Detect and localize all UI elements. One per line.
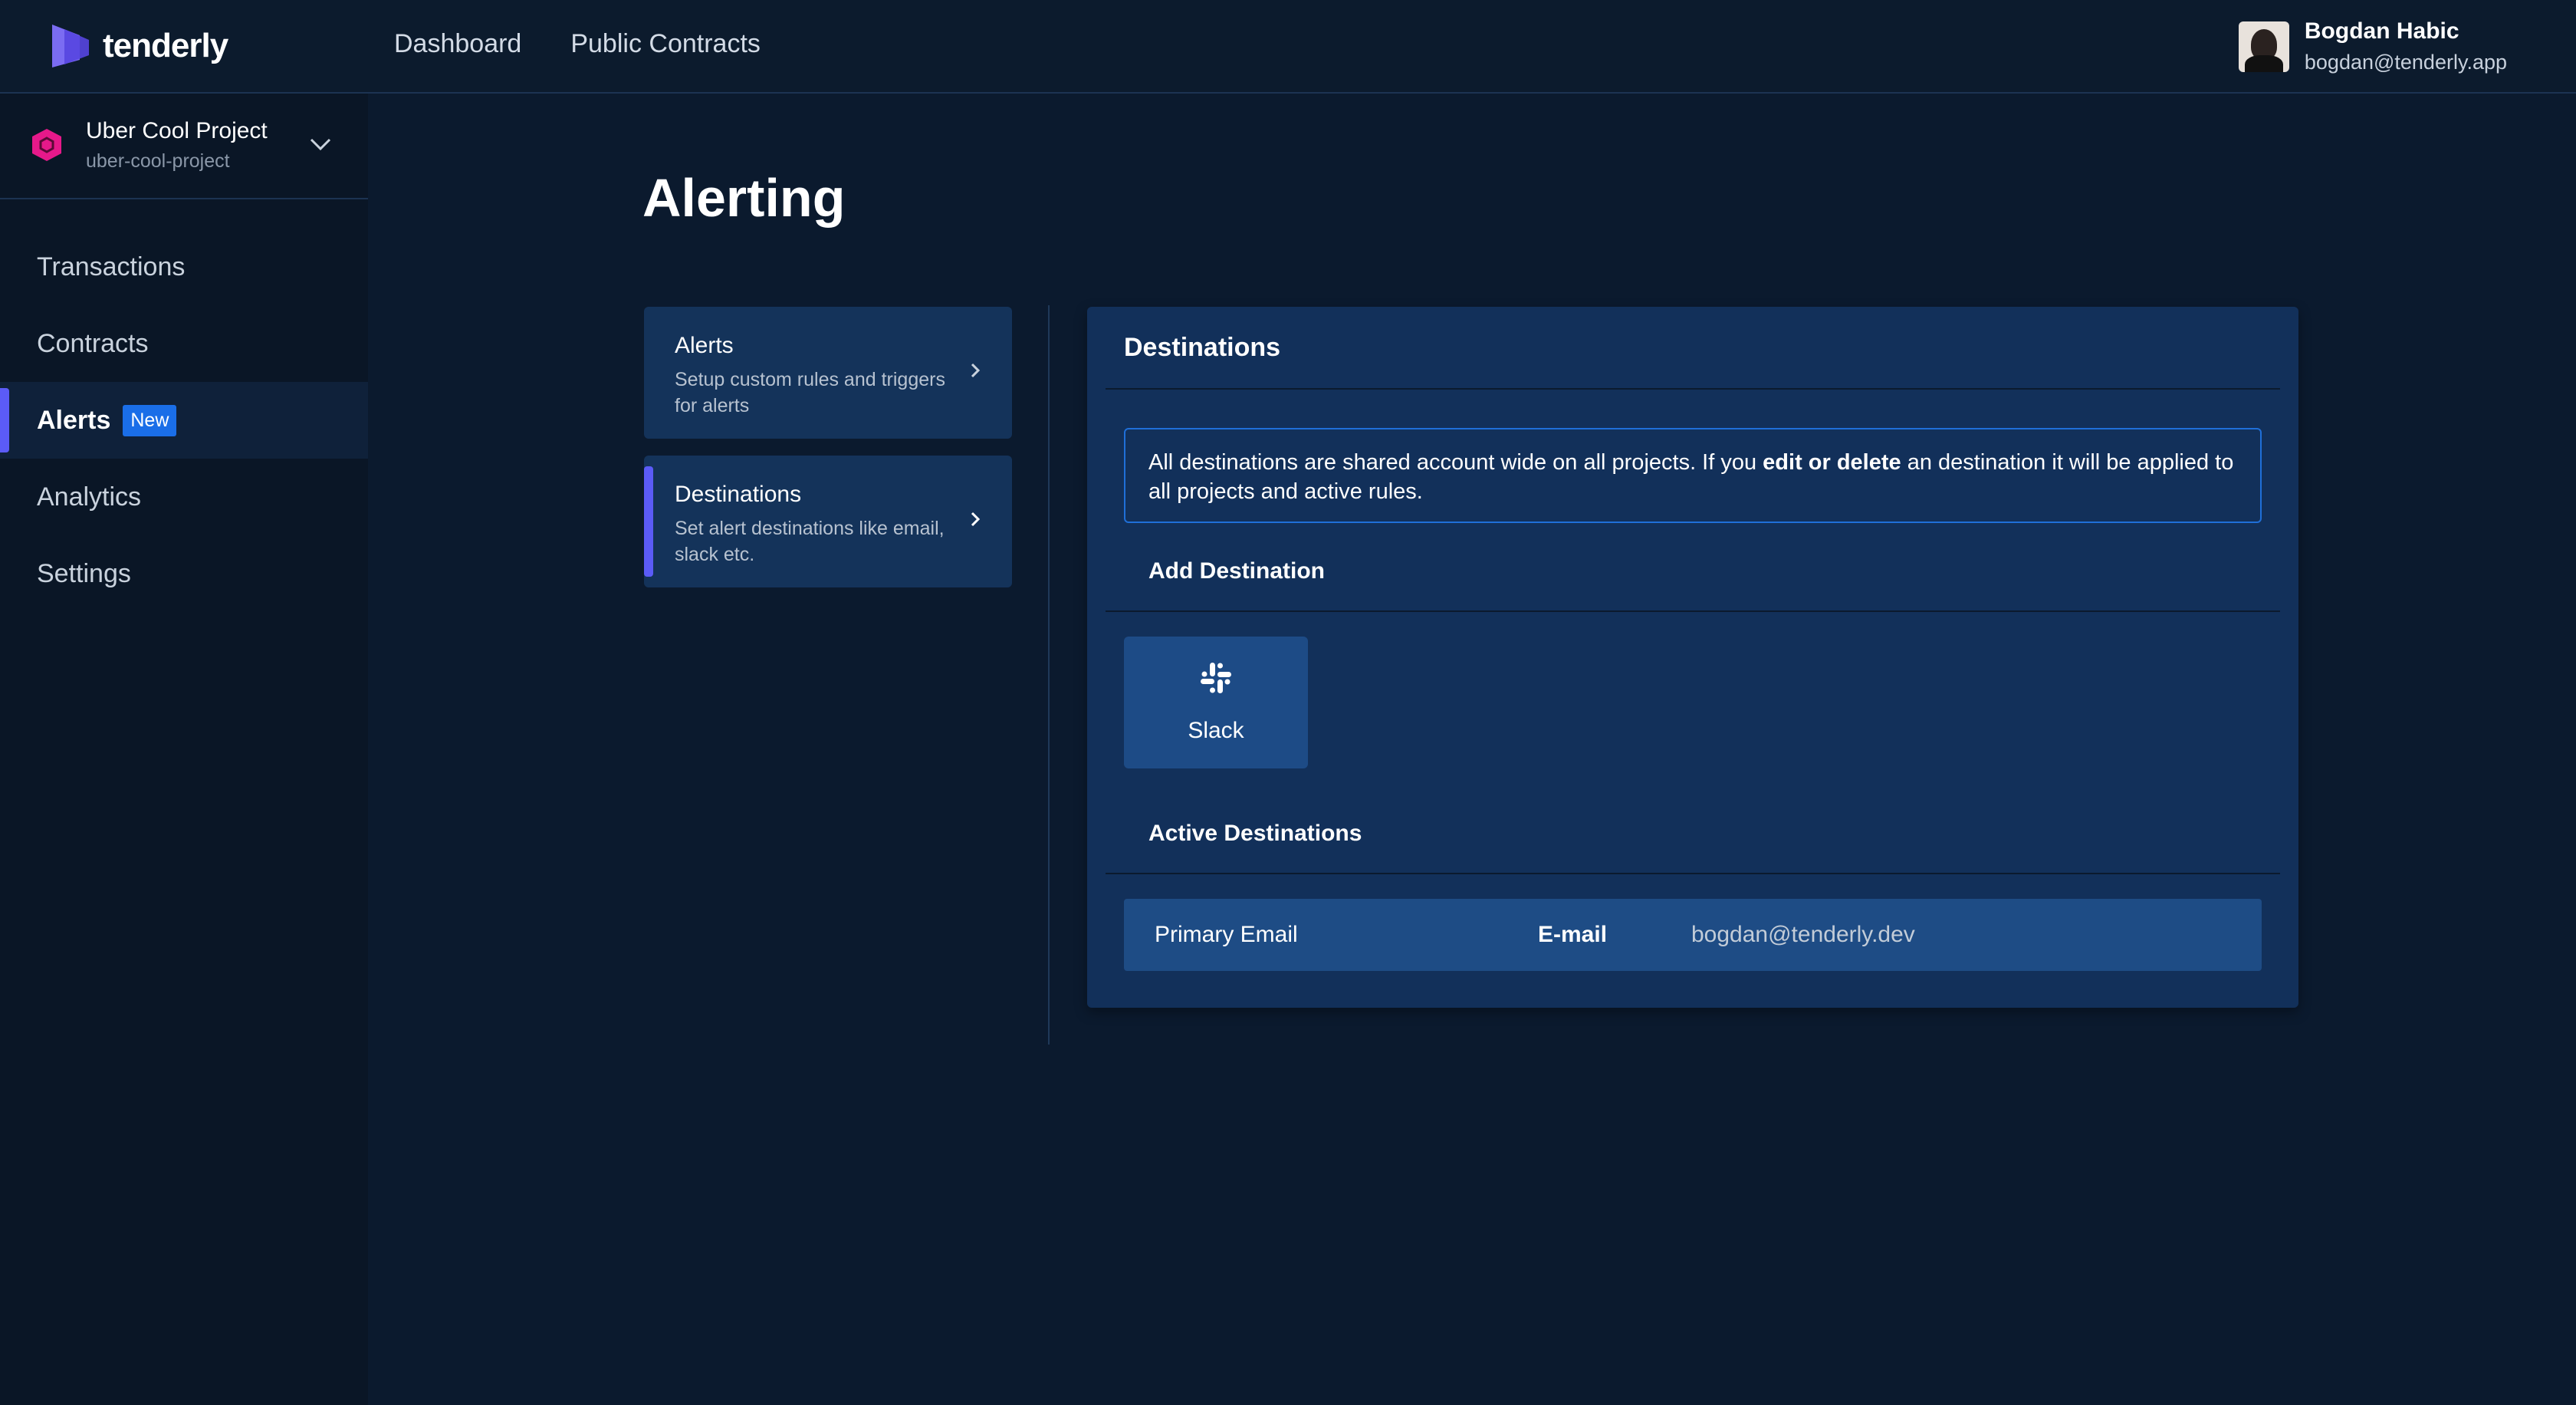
sidebar-item-transactions[interactable]: Transactions bbox=[0, 229, 368, 305]
slack-label: Slack bbox=[1188, 718, 1244, 743]
sidebar-item-contracts[interactable]: Contracts bbox=[0, 305, 368, 382]
active-destination-row[interactable]: Primary Email E-mail bogdan@tenderly.dev bbox=[1124, 899, 2262, 971]
add-destination-heading: Add Destination bbox=[1148, 558, 1325, 584]
nav-dashboard[interactable]: Dashboard bbox=[394, 29, 521, 59]
sidebar-item-label: Alerts bbox=[37, 405, 111, 435]
chevron-down-icon[interactable] bbox=[308, 135, 333, 153]
info-box: All destinations are shared account wide… bbox=[1124, 428, 2262, 523]
sidebar-item-label: Settings bbox=[37, 558, 131, 588]
active-destinations-heading: Active Destinations bbox=[1148, 821, 1362, 846]
menu-alerts-title: Alerts bbox=[675, 333, 734, 358]
divider bbox=[1106, 873, 2280, 874]
info-text: All destinations are shared account wide… bbox=[1148, 450, 1763, 475]
menu-alerts[interactable]: Alerts Setup custom rules and triggers f… bbox=[644, 307, 1012, 439]
destination-type: E-mail bbox=[1538, 922, 1608, 947]
tenderly-logo[interactable]: tenderly bbox=[49, 21, 228, 71]
nav-public-contracts[interactable]: Public Contracts bbox=[570, 29, 761, 59]
menu-destinations[interactable]: Destinations Set alert destinations like… bbox=[644, 456, 1012, 587]
divider bbox=[1106, 388, 2280, 390]
tenderly-logo-icon bbox=[52, 25, 89, 67]
destinations-panel: Destinations All destinations are shared… bbox=[1087, 307, 2298, 1008]
project-slug: uber-cool-project bbox=[86, 150, 230, 172]
menu-alerts-description: Setup custom rules and triggers for aler… bbox=[675, 369, 945, 416]
user-menu[interactable]: Bogdan Habic bogdan@tenderly.app bbox=[2238, 18, 2507, 74]
avatar bbox=[2238, 21, 2289, 72]
menu-destinations-title: Destinations bbox=[675, 482, 802, 507]
project-name: Uber Cool Project bbox=[86, 118, 268, 143]
logo-text: tenderly bbox=[103, 27, 228, 64]
vertical-divider bbox=[1048, 305, 1050, 1045]
menu-destinations-description: Set alert destinations like email, slack… bbox=[675, 518, 945, 565]
sidebar-item-label: Contracts bbox=[37, 328, 149, 358]
info-text-bold: edit or delete bbox=[1763, 450, 1901, 475]
top-bar: tenderly Dashboard Public Contracts Bogd… bbox=[0, 0, 2576, 94]
destination-value: bogdan@tenderly.dev bbox=[1691, 922, 1915, 947]
chevron-right-icon bbox=[971, 512, 981, 527]
sidebar-item-label: Analytics bbox=[37, 482, 142, 512]
page-title: Alerting bbox=[642, 168, 846, 228]
project-hexagon-icon bbox=[32, 129, 61, 161]
sidebar-item-settings[interactable]: Settings bbox=[0, 535, 368, 612]
top-nav: Dashboard Public Contracts bbox=[394, 29, 761, 59]
new-badge: New bbox=[123, 404, 177, 436]
divider bbox=[1106, 610, 2280, 612]
destination-name: Primary Email bbox=[1155, 922, 1298, 947]
slack-icon bbox=[1201, 663, 1231, 693]
chevron-right-icon bbox=[971, 363, 981, 378]
user-email: bogdan@tenderly.app bbox=[2304, 51, 2507, 74]
sidebar: Uber Cool Project uber-cool-project Tran… bbox=[0, 94, 368, 1405]
sidebar-nav: Transactions Contracts Alerts New Analyt… bbox=[0, 229, 368, 612]
sidebar-item-analytics[interactable]: Analytics bbox=[0, 459, 368, 535]
sidebar-item-alerts[interactable]: Alerts New bbox=[0, 382, 368, 459]
user-name: Bogdan Habic bbox=[2304, 18, 2459, 44]
sidebar-item-label: Transactions bbox=[37, 252, 186, 281]
project-selector[interactable]: Uber Cool Project uber-cool-project bbox=[0, 94, 368, 199]
slack-destination-button[interactable]: Slack bbox=[1124, 637, 1308, 768]
panel-title: Destinations bbox=[1124, 333, 1281, 362]
